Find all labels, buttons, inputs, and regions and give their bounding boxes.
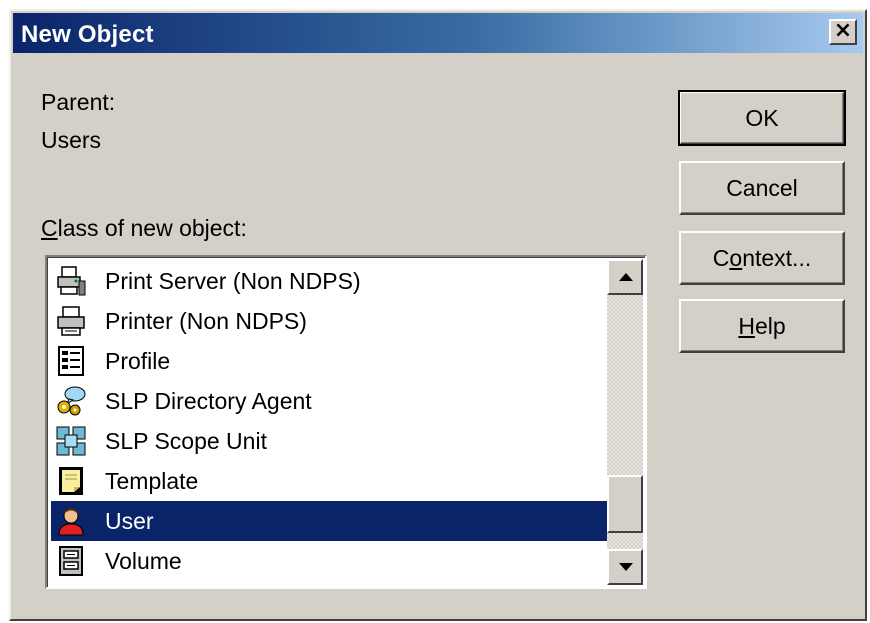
print-server-icon [57, 266, 86, 296]
parent-label: Parent: [41, 89, 116, 115]
volume-icon [59, 546, 83, 576]
template-icon [59, 467, 83, 495]
list-item-printer[interactable]: Printer (Non NDPS) [51, 301, 611, 341]
close-button[interactable]: × [829, 19, 857, 45]
class-of-new-object-label: Class of new object: [41, 215, 247, 242]
parent-value: Users [41, 127, 102, 153]
ok-button-label: OK [745, 104, 779, 131]
help-button-label: Help [738, 313, 785, 340]
dialog-title: New Object [21, 21, 154, 48]
arrow-down-icon [619, 563, 633, 571]
scroll-up-button[interactable] [607, 259, 643, 295]
list-item-label: Profile [105, 347, 171, 374]
list-item-slp-scope-unit[interactable]: SLP Scope Unit [51, 421, 611, 461]
new-object-dialog: New Object × Parent: Users Class of new … [9, 9, 867, 621]
help-button[interactable]: Help [679, 299, 845, 353]
printer-icon [57, 306, 85, 336]
slp-scope-unit-icon [56, 426, 86, 456]
scroll-down-button[interactable] [607, 549, 643, 585]
arrow-up-icon [619, 273, 633, 281]
list-scrollbar[interactable] [607, 259, 643, 585]
list-item-slp-directory-agent[interactable]: SLP Directory Agent [51, 381, 611, 421]
list-item-label: Template [105, 467, 199, 494]
slp-directory-agent-icon [57, 386, 86, 416]
class-list: Print Server (Non NDPS) Printer (Non NDP… [51, 261, 611, 581]
list-item-user[interactable]: User [51, 501, 611, 541]
context-button[interactable]: Context... [679, 231, 845, 285]
ok-button[interactable]: OK [678, 90, 846, 146]
list-item-label: Print Server (Non NDPS) [105, 267, 361, 294]
list-item-print-server[interactable]: Print Server (Non NDPS) [51, 261, 611, 301]
context-button-label: Context... [713, 245, 811, 272]
class-label-text: lass of new object: [57, 215, 247, 241]
context-label-rest: ntext... [742, 244, 812, 271]
class-label-mnemonic: C [41, 215, 58, 241]
scroll-thumb[interactable] [607, 475, 643, 533]
list-item-label: SLP Directory Agent [105, 387, 312, 414]
title-bar[interactable]: New Object × [13, 13, 863, 53]
list-item-label: User [105, 507, 154, 534]
class-listbox[interactable]: Print Server (Non NDPS) Printer (Non NDP… [45, 255, 647, 589]
close-icon: × [833, 18, 853, 43]
list-item-label: Volume [105, 547, 182, 574]
list-item-label: SLP Scope Unit [105, 427, 267, 454]
context-label-prefix: C [712, 244, 730, 271]
context-label-mnemonic: o [729, 244, 743, 271]
help-label-rest: elp [754, 312, 786, 339]
help-label-mnemonic: H [738, 312, 755, 339]
list-item-template[interactable]: Template [51, 461, 611, 501]
profile-icon [58, 346, 84, 376]
list-item-label: Printer (Non NDPS) [105, 307, 307, 334]
cancel-button-label: Cancel [726, 174, 798, 201]
user-icon [58, 508, 84, 536]
list-item-profile[interactable]: Profile [51, 341, 611, 381]
list-item-volume[interactable]: Volume [51, 541, 611, 581]
cancel-button[interactable]: Cancel [679, 161, 845, 215]
